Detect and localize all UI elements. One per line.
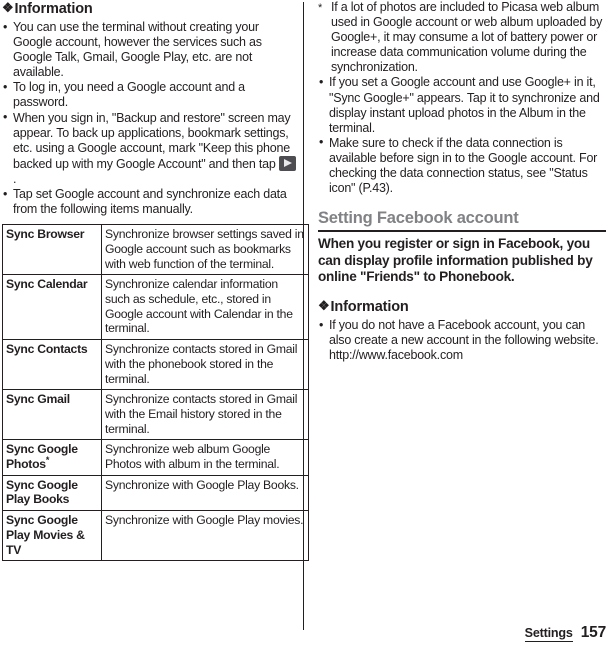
section-intro-text: When you register or sign in Facebook, y…	[318, 236, 593, 285]
list-item-text: Tap set Google account and synchronize e…	[13, 187, 287, 217]
table-cell-term: Sync Calendar	[2, 274, 102, 341]
diamond-icon: ❖	[2, 0, 14, 15]
table-row: Sync Contacts Synchronize contacts store…	[2, 339, 309, 391]
table-cell-description: Synchronize browser settings saved in Go…	[101, 224, 309, 276]
section-divider	[318, 230, 606, 233]
footnote-marker: *	[45, 455, 50, 465]
bullet-dot-icon: •	[3, 110, 8, 125]
table-cell-description: Synchronize web album Google Photos with…	[101, 439, 309, 476]
table-row: Sync Google Play Movies & TV Synchronize…	[2, 510, 309, 562]
list-item: • To log in, you need a Google account a…	[2, 80, 296, 110]
list-item: • Make sure to check if the data connect…	[318, 135, 606, 196]
list-item: • When you sign in, "Backup and restore"…	[2, 110, 296, 187]
table-row: Sync Calendar Synchronize calendar infor…	[2, 274, 309, 341]
bullet-dot-icon: •	[3, 19, 8, 34]
footer-section-label: Settings	[524, 626, 573, 642]
table-cell-term: Sync Contacts	[2, 339, 102, 391]
left-bullet-list: • You can use the terminal without creat…	[2, 20, 296, 217]
table-cell-term: Sync Google Play Books	[2, 474, 102, 512]
right-column: * If a lot of photos are included to Pic…	[318, 0, 606, 363]
list-item: • You can use the terminal without creat…	[2, 20, 296, 80]
section-title: Setting Facebook account	[318, 209, 519, 228]
bullet-dot-icon: •	[319, 317, 324, 332]
bullet-dot-icon: •	[319, 74, 324, 89]
table-cell-term: Sync Browser	[2, 224, 102, 276]
list-item: • Tap set Google account and synchronize…	[2, 187, 296, 217]
manual-page: ❖ Information • You can use the terminal…	[0, 0, 609, 648]
forward-key-icon	[278, 155, 296, 171]
table-cell-term: Sync Google Play Movies & TV	[2, 510, 102, 562]
table-row: Sync Browser Synchronize browser setting…	[2, 224, 309, 276]
footer-page-number: 157	[580, 624, 606, 641]
list-item-text: Make sure to check if the data connectio…	[329, 135, 598, 196]
information-heading-label: Information	[330, 299, 409, 315]
bullet-dot-icon: •	[319, 135, 324, 150]
list-item: • If you set a Google account and use Go…	[318, 75, 606, 135]
table-cell-term: Sync Gmail	[2, 389, 102, 441]
list-item: * If a lot of photos are included to Pic…	[318, 0, 606, 75]
table-cell-term: Sync Google Photos*	[2, 439, 102, 476]
information-heading-label: Information	[14, 1, 93, 17]
table-cell-term-label: Sync Google Photos	[6, 442, 78, 472]
bullet-dot-icon: •	[3, 79, 8, 94]
bullet-dot-icon: •	[3, 186, 8, 201]
list-item-text: When you sign in, "Backup and restore" s…	[13, 110, 291, 171]
table-row: Sync Gmail Synchronize contacts stored i…	[2, 389, 309, 441]
left-column: ❖ Information • You can use the terminal…	[2, 0, 309, 562]
footnote-text: If a lot of photos are included to Picas…	[331, 0, 603, 75]
diamond-icon: ❖	[318, 298, 330, 313]
list-item-text: If you do not have a Facebook account, y…	[329, 318, 599, 363]
information-heading-right: ❖ Information	[318, 298, 606, 316]
information-heading-left: ❖ Information	[2, 0, 296, 18]
table-cell-description: Synchronize with Google Play Books.	[101, 474, 309, 512]
table-cell-description: Synchronize with Google Play movies.	[101, 510, 309, 562]
table-row: Sync Google Play Books Synchronize with …	[2, 474, 309, 512]
list-item-text: You can use the terminal without creatin…	[13, 20, 262, 80]
table-row: Sync Google Photos* Synchronize web albu…	[2, 439, 309, 476]
information-spacer	[318, 286, 606, 298]
list-item-trailing-punctuation: .	[13, 171, 17, 186]
table-cell-description: Synchronize contacts stored in Gmail wit…	[101, 339, 309, 391]
asterisk-icon: *	[318, 1, 323, 14]
facebook-information-list: • If you do not have a Facebook account,…	[318, 318, 606, 363]
list-item-text: To log in, you need a Google account and…	[13, 80, 245, 110]
footnote-list: * If a lot of photos are included to Pic…	[318, 0, 606, 75]
table-cell-description: Synchronize calendar information such as…	[101, 274, 309, 341]
sync-settings-table: Sync Browser Synchronize browser setting…	[2, 224, 309, 562]
right-bullet-list: • If you set a Google account and use Go…	[318, 75, 606, 196]
list-item: • If you do not have a Facebook account,…	[318, 318, 606, 363]
list-item-text: If you set a Google account and use Goog…	[329, 75, 600, 135]
table-cell-description: Synchronize contacts stored in Gmail wit…	[101, 389, 309, 441]
page-footer: Settings 157	[524, 624, 606, 642]
